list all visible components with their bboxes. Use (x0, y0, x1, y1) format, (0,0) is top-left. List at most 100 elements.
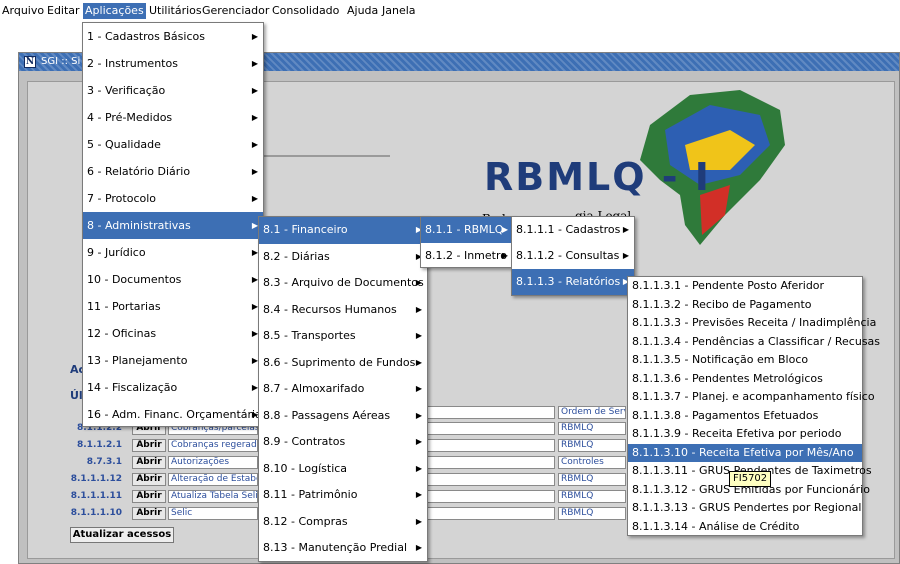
menu-editar[interactable]: Editar (45, 3, 82, 19)
menu-consolidado[interactable]: Consolidado (270, 3, 341, 19)
menu-item-8-3-arquivo-de-documentos[interactable]: 8.3 - Arquivo de Documentos ▶ (259, 270, 427, 297)
menu-item-8-4-recursos-humanos[interactable]: 8.4 - Recursos Humanos ▶ (259, 297, 427, 324)
submenu-arrow-icon: ▶ (415, 463, 422, 473)
menu-item-label: 8.1.1.3.9 - Receita Efetiva por periodo (632, 427, 842, 440)
menu-item-8-1-1-3-5-notificacao-em-bloco[interactable]: 8.1.1.3.5 - Notificação em Bloco (628, 351, 862, 370)
menu-item-label: 8.2 - Diárias (263, 249, 330, 263)
menu-utilitarios[interactable]: Utilitários (147, 3, 204, 19)
menu-item-7-protocolo[interactable]: 7 - Protocolo ▶ (83, 185, 263, 212)
submenu-arrow-icon: ▶ (251, 59, 258, 68)
submenu-arrow-icon: ▶ (415, 384, 422, 393)
menu-ajuda[interactable]: Ajuda (345, 3, 380, 19)
menu-item-8-1-1-3-2-recibo-de-pagamento[interactable]: 8.1.1.3.2 - Recibo de Pagamento (628, 296, 862, 315)
menu-item-12-oficinas[interactable]: 12 - Oficinas ▶ (83, 320, 263, 347)
menu-item-8-1-1-3-9-receita-efetiva-por-periodo[interactable]: 8.1.1.3.9 - Receita Efetiva por periodo (628, 425, 862, 444)
menu-item-8-6-suprimento-de-fundos[interactable]: 8.6 - Suprimento de Fundos ▶ (259, 350, 427, 377)
row-type: RBMLQ (558, 422, 626, 435)
row-code: 8.1.1.1.11 (70, 491, 122, 501)
menu-item-8-1-1-3-relatorios[interactable]: 8.1.1.3 - Relatórios ▶ (512, 269, 634, 295)
menu-item-8-1-1-3-13-grus-pendertes-por-regional[interactable]: 8.1.1.3.13 - GRUS Pendertes por Regional (628, 499, 862, 518)
financeiro-submenu: 8.1.1 - RBMLQ ▶ 8.1.2 - Inmetro ▶ (420, 216, 514, 268)
open-button[interactable]: Abrir (132, 456, 166, 469)
menu-item-6-relatorio-diario[interactable]: 6 - Relatório Diário ▶ (83, 158, 263, 185)
row-code: 8.1.1.1.10 (70, 508, 122, 518)
menu-item-8-1-1-1-cadastros[interactable]: 8.1.1.1 - Cadastros ▶ (512, 217, 634, 243)
menu-aplicacoes[interactable]: Aplicações (83, 3, 146, 19)
menu-item-8-administrativas[interactable]: 8 - Administrativas ▶ (83, 212, 263, 239)
menu-item-8-1-1-3-10-receita-efetiva-por-mes-ano[interactable]: 8.1.1.3.10 - Receita Efetiva por Mês/Ano (628, 443, 862, 462)
menu-item-1-cadastros-basicos[interactable]: 1 - Cadastros Básicos ▶ (83, 23, 263, 50)
menu-item-4-pre-medidos[interactable]: 4 - Pré-Medidos ▶ (83, 104, 263, 131)
menu-item-label: 8.6 - Suprimento de Fundos (263, 355, 416, 369)
menu-item-8-1-1-2-consultas[interactable]: 8.1.1.2 - Consultas ▶ (512, 243, 634, 269)
menu-item-8-2-diarias[interactable]: 8.2 - Diárias ▶ (259, 244, 427, 271)
menu-item-label: 8.10 - Logística (263, 461, 348, 475)
menu-item-8-13-manutencao-predial[interactable]: 8.13 - Manutenção Predial ▶ (259, 535, 427, 562)
menu-item-8-1-2-inmetro[interactable]: 8.1.2 - Inmetro ▶ (421, 243, 513, 269)
menu-item-label: 8.1.1.3.14 - Análise de Crédito (632, 519, 800, 533)
open-button[interactable]: Abrir (132, 507, 166, 520)
update-access-button[interactable]: Atualizar acessos (70, 527, 174, 543)
menu-item-label: 8.7 - Almoxarifado (263, 382, 365, 395)
table-header-type: Ordem de Serv (558, 406, 626, 419)
menu-item-label: 8.1.1.3.10 - Receita Efetiva por Mês/Ano (632, 445, 854, 459)
menu-item-8-5-transportes[interactable]: 8.5 - Transportes ▶ (259, 323, 427, 350)
menu-item-8-11-patrimonio[interactable]: 8.11 - Patrimônio ▶ (259, 482, 427, 509)
menu-gerenciador[interactable]: Gerenciador (200, 3, 271, 19)
menu-item-label: 8.1.1.3.3 - Previsões Receita / Inadimpl… (632, 316, 877, 329)
menu-item-label: 8.1.1.3.7 - Planej. e acompanhamento fís… (632, 390, 875, 403)
menu-item-3-verificacao[interactable]: 3 - Verificação ▶ (83, 77, 263, 104)
open-button[interactable]: Abrir (132, 473, 166, 486)
menu-item-8-9-contratos[interactable]: 8.9 - Contratos ▶ (259, 429, 427, 456)
menu-item-8-1-1-3-1-pendente-posto-aferidor[interactable]: 8.1.1.3.1 - Pendente Posto Aferidor (628, 277, 862, 296)
menu-item-label: 7 - Protocolo (87, 192, 157, 205)
menu-item-8-1-1-3-3-previsoes-receita-inadimplencia[interactable]: 8.1.1.3.3 - Previsões Receita / Inadimpl… (628, 314, 876, 333)
menu-item-16-adm-financ-orcamentaria[interactable]: 16 - Adm. Financ. Orçamentária ▶ (83, 401, 263, 428)
menu-item-label: 8.3 - Arquivo de Documentos (263, 276, 424, 289)
submenu-arrow-icon: ▶ (415, 437, 422, 446)
menu-item-label: 8.1.1.3.2 - Recibo de Pagamento (632, 297, 812, 311)
menu-item-label: 12 - Oficinas (87, 327, 157, 340)
menu-item-10-documentos[interactable]: 10 - Documentos ▶ (83, 266, 263, 293)
administrativas-submenu: 8.1 - Financeiro ▶ 8.2 - Diárias ▶ 8.3 - Arq… (258, 216, 428, 562)
menu-item-14-fiscalizacao[interactable]: 14 - Fiscalização ▶ (83, 374, 263, 401)
menu-item-8-1-1-3-6-pendentes-metrologicos[interactable]: 8.1.1.3.6 - Pendentes Metrológicos (628, 370, 862, 389)
menu-item-label: 14 - Fiscalização (87, 381, 178, 394)
menu-item-label: 8.1.1.3.4 - Pendências a Classificar / R… (632, 334, 881, 348)
row-blank (425, 490, 555, 503)
row-blank (425, 507, 555, 520)
menu-item-8-1-1-rbmlq[interactable]: 8.1.1 - RBMLQ ▶ (421, 217, 513, 243)
menu-item-label: 8.11 - Patrimônio (263, 488, 358, 501)
menu-item-label: 9 - Jurídico (87, 246, 146, 259)
open-button[interactable]: Abrir (132, 439, 166, 452)
menu-item-2-instrumentos[interactable]: 2 - Instrumentos ▶ (83, 50, 263, 77)
menu-item-label: 8.1 - Financeiro (263, 223, 348, 236)
submenu-arrow-icon: ▶ (415, 278, 422, 287)
menu-item-8-1-1-3-7-planej-e-acompanhamento-fisico[interactable]: 8.1.1.3.7 - Planej. e acompanhamento fís… (628, 388, 875, 407)
submenu-arrow-icon: ▶ (415, 357, 422, 367)
menu-item-11-portarias[interactable]: 11 - Portarias ▶ (83, 293, 263, 320)
open-button[interactable]: Abrir (132, 490, 166, 503)
menu-item-8-10-logistica[interactable]: 8.10 - Logística ▶ (259, 456, 427, 483)
menu-item-5-qualidade[interactable]: 5 - Qualidade ▶ (83, 131, 263, 158)
menu-item-label: 8.4 - Recursos Humanos (263, 302, 397, 316)
applications-menu: 1 - Cadastros Básicos ▶ 2 - Instrumentos ▶ 3… (82, 22, 264, 427)
menu-item-label: 11 - Portarias (87, 300, 161, 313)
menu-item-8-1-1-3-8-pagamentos-efetuados[interactable]: 8.1.1.3.8 - Pagamentos Efetuados (628, 407, 862, 426)
menu-item-label: 1 - Cadastros Básicos (87, 30, 205, 43)
menu-arquivo[interactable]: Arquivo (0, 3, 46, 19)
row-blank (425, 456, 555, 469)
menu-item-9-juridico[interactable]: 9 - Jurídico ▶ (83, 239, 263, 266)
submenu-arrow-icon: ▶ (622, 251, 629, 260)
menu-item-8-7-almoxarifado[interactable]: 8.7 - Almoxarifado ▶ (259, 376, 427, 403)
menu-item-8-1-1-3-4-pendencias-a-classificar-recusas[interactable]: 8.1.1.3.4 - Pendências a Classificar / R… (628, 333, 880, 352)
menu-item-8-12-compras[interactable]: 8.12 - Compras ▶ (259, 509, 427, 536)
menu-item-8-1-1-3-14-analise-de-credito[interactable]: 8.1.1.3.14 - Análise de Crédito (628, 518, 862, 537)
submenu-arrow-icon: ▶ (415, 410, 422, 420)
menu-item-8-8-passagens-aereas[interactable]: 8.8 - Passagens Aéreas ▶ (259, 403, 427, 430)
row-code: 8.7.3.1 (86, 457, 122, 467)
menu-item-13-planejamento[interactable]: 13 - Planejamento ▶ (83, 347, 263, 374)
menu-item-8-1-financeiro[interactable]: 8.1 - Financeiro ▶ (259, 217, 427, 244)
menu-item-label: 2 - Instrumentos (87, 57, 178, 70)
menu-janela[interactable]: Janela (380, 3, 418, 19)
